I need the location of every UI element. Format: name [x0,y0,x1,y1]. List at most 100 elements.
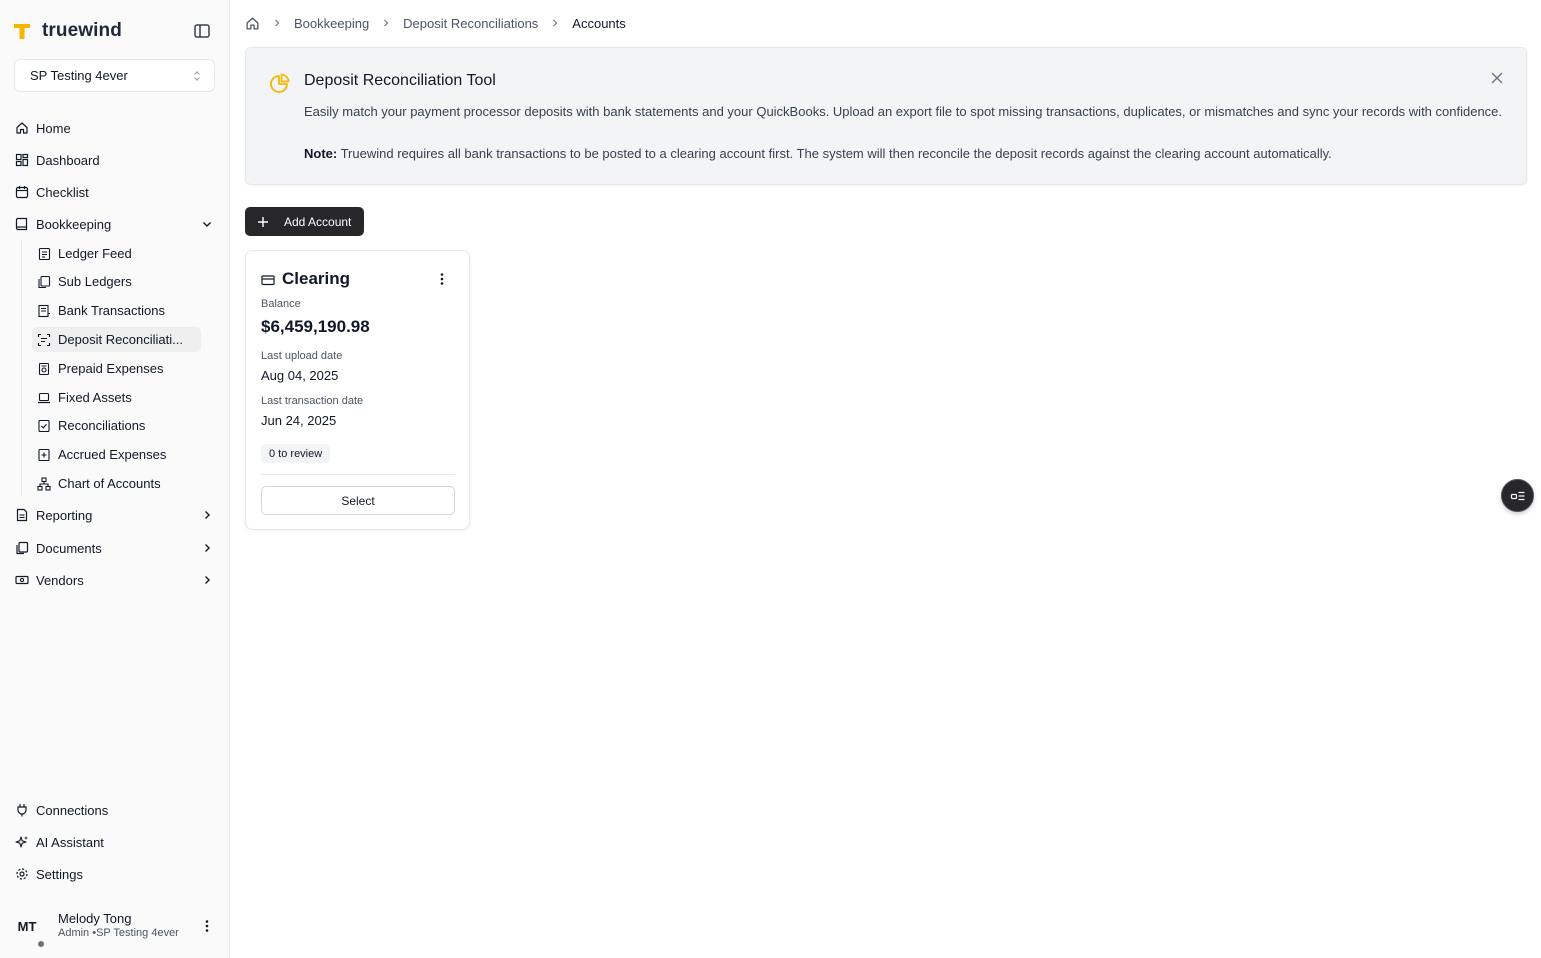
sidebar-item-label: Ledger Feed [58,246,132,261]
sidebar-item-sub-ledgers[interactable]: Sub Ledgers [32,269,201,294]
breadcrumb-deposit-reconciliations[interactable]: Deposit Reconciliations [403,16,538,31]
calendar-check-icon [15,186,29,199]
avatar: MT [10,909,44,947]
nav-checklist-label: Checklist [36,184,89,200]
sidebar-item-label: Sub Ledgers [58,274,132,289]
banner-note-text: Truewind requires all bank transactions … [337,146,1332,161]
transaction-date-value: Jun 24, 2025 [261,413,337,428]
sidebar-toggle-icon[interactable] [193,22,211,40]
sidebar-item-label: Prepaid Expenses [58,361,164,376]
documents-icon [16,541,29,555]
sidebar-item-bank-transactions[interactable]: Bank Transactions [32,298,201,323]
chat-list-icon [1510,491,1524,500]
workspace-selector[interactable]: SP Testing 4ever [14,59,215,92]
nav-dashboard[interactable]: Dashboard [10,147,218,173]
sidebar-item-accrued-expenses[interactable]: Accrued Expenses [32,442,201,467]
floating-assistant-button[interactable] [1501,479,1534,512]
nav-ai-assistant[interactable]: AI Assistant [10,829,218,855]
credit-card-icon [261,275,275,286]
add-account-label: Add Account [284,214,352,229]
sidebar-item-deposit-reconciliations[interactable]: Deposit Reconciliati... [32,327,201,352]
dashboard-icon [15,153,29,167]
nav-checklist[interactable]: Checklist [10,179,218,205]
nav-vendors[interactable]: Vendors [10,567,218,593]
nav-dashboard-label: Dashboard [36,152,100,168]
workspace-name: SP Testing 4ever [30,68,128,83]
nav-settings-label: Settings [36,866,83,882]
chevron-right-icon [205,511,210,519]
home-icon [16,122,28,134]
more-vertical-icon[interactable] [200,919,214,933]
user-role: Admin •SP Testing 4ever [58,927,179,939]
chevron-right-icon [384,19,389,27]
prepaid-icon [38,362,50,375]
sidebar-item-fixed-assets[interactable]: Fixed Assets [32,385,201,410]
more-vertical-icon[interactable] [435,272,449,286]
nav-documents[interactable]: Documents [10,535,218,561]
user-info: Melody Tong Admin •SP Testing 4ever [58,911,179,941]
plus-icon [258,216,268,227]
laptop-icon [38,392,50,403]
nav-home[interactable]: Home [10,115,218,141]
sidebar-item-label: Accrued Expenses [58,447,167,462]
sidebar-item-label: Deposit Reconciliati... [58,332,183,347]
nav-bookkeeping-label: Bookkeeping [36,216,112,232]
nav-connections[interactable]: Connections [10,797,218,823]
sidebar-item-reconciliations[interactable]: Reconciliations [32,413,201,438]
submenu-guide-line [21,240,22,497]
nav-settings[interactable]: Settings [10,861,218,887]
nav-reporting[interactable]: Reporting [10,502,218,528]
sidebar-item-ledger-feed[interactable]: Ledger Feed [32,241,201,266]
user-name: Melody Tong [58,911,132,926]
select-account-button[interactable]: Select [261,486,455,515]
info-banner: Deposit Reconciliation Tool Easily match… [245,47,1527,185]
card-divider [261,474,455,475]
close-icon[interactable] [1490,71,1504,85]
sidebar-item-label: Fixed Assets [58,390,132,405]
upload-date-value: Aug 04, 2025 [261,368,339,383]
sidebar-item-prepaid-expenses[interactable]: Prepaid Expenses [32,356,201,381]
breadcrumb-bookkeeping[interactable]: Bookkeeping [294,16,369,31]
nav-bookkeeping[interactable]: Bookkeeping [10,211,218,237]
brand[interactable]: truewind [12,20,122,42]
check-square-icon [38,419,50,432]
status-dot [38,941,44,947]
add-account-button[interactable]: Add Account [245,207,364,236]
home-icon[interactable] [245,16,260,31]
scan-icon [37,333,51,346]
breadcrumb: Bookkeeping Deposit Reconciliations Acco… [245,13,626,33]
user-profile[interactable]: MT Melody Tong Admin •SP Testing 4ever [10,904,220,948]
brand-name: truewind [42,20,122,41]
sparkles-icon [15,836,28,848]
chevron-up-down-icon [194,70,200,81]
sidebar-item-label: Chart of Accounts [58,476,161,491]
pie-chart-icon [270,73,290,93]
breadcrumb-current: Accounts [572,15,626,31]
nav-home-label: Home [36,120,71,136]
sidebar: truewind SP Testing 4ever Home Dashboard… [0,0,230,958]
banner-description: Easily match your payment processor depo… [304,104,1503,119]
account-card: Clearing Balance $6,459,190.98 Last uplo… [245,250,470,530]
account-title: Clearing [282,269,351,288]
report-icon [16,508,28,522]
sidebar-item-chart-of-accounts[interactable]: Chart of Accounts [32,471,201,496]
bank-icon [38,304,50,317]
chevron-right-icon [275,19,280,27]
banner-note-label: Note: [304,146,338,161]
nav-connections-label: Connections [36,802,109,818]
balance-label: Balance [261,298,301,310]
banner-title: Deposit Reconciliation Tool [304,72,496,89]
truewind-logo-icon [14,24,30,39]
plug-icon [17,804,27,817]
book-icon [15,217,28,231]
avatar-initials: MT [17,918,37,934]
plus-square-icon [38,448,50,461]
upload-date-label: Last upload date [261,350,343,362]
chevron-right-icon [553,19,558,27]
transaction-date-label: Last transaction date [261,395,364,407]
chevron-down-icon [203,222,211,227]
balance-value: $6,459,190.98 [261,317,370,336]
money-icon [15,575,29,585]
files-icon [38,275,51,288]
sidebar-item-label: Bank Transactions [58,303,165,318]
